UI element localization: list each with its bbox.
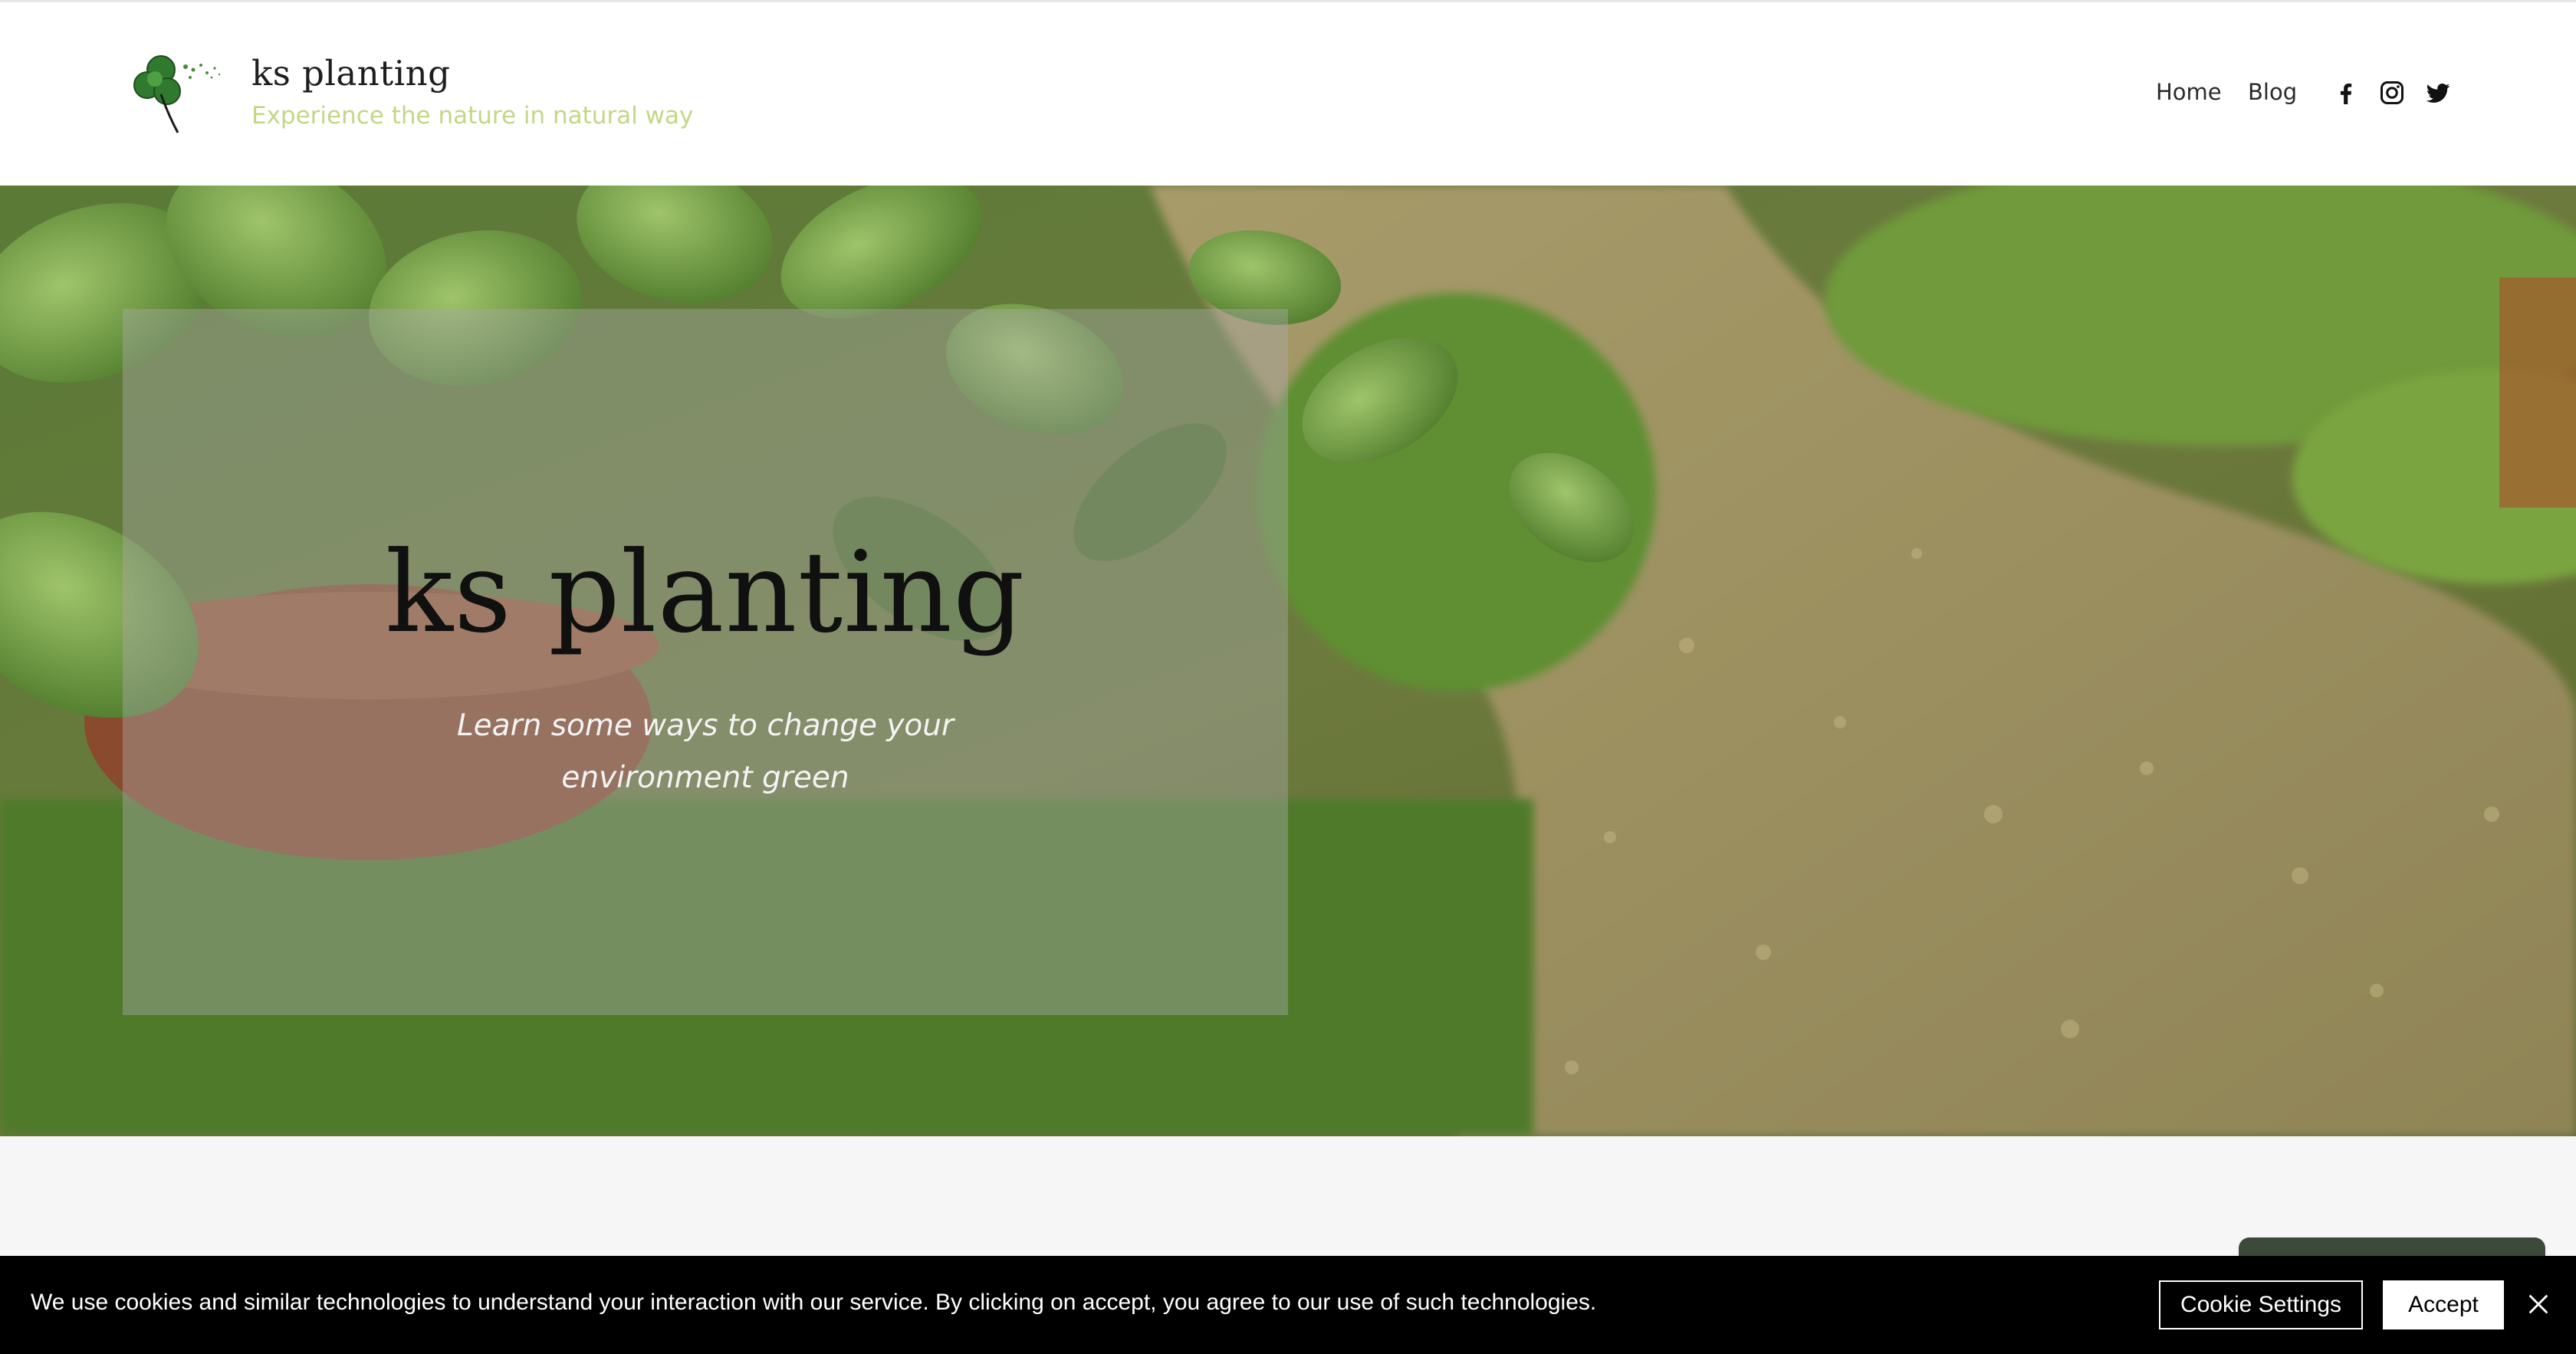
hero-subtitle: Learn some ways to change your environme… xyxy=(456,708,955,795)
instagram-icon[interactable] xyxy=(2378,79,2406,107)
nav-item-blog[interactable]: Blog xyxy=(2248,79,2297,105)
close-icon[interactable] xyxy=(2525,1291,2551,1317)
twitter-icon[interactable] xyxy=(2424,79,2452,107)
site-header: ks planting Experience the nature in nat… xyxy=(0,0,2576,186)
nav-item-home[interactable]: Home xyxy=(2156,79,2222,105)
cookie-settings-button[interactable]: Cookie Settings xyxy=(2159,1280,2363,1329)
hero-overlay-box: ks planting Learn some ways to change yo… xyxy=(123,309,1288,1015)
cookie-banner: We use cookies and similar technologies … xyxy=(0,1256,2576,1354)
hero-title: ks planting xyxy=(385,527,1026,658)
cookie-message: We use cookies and similar technologies … xyxy=(31,1290,1597,1315)
clover-logo-icon[interactable] xyxy=(132,47,225,139)
site-name[interactable]: ks planting xyxy=(251,53,450,94)
site-tagline: Experience the nature in natural way xyxy=(251,102,694,130)
cookie-accept-button[interactable]: Accept xyxy=(2383,1280,2504,1329)
hero-section: ks planting Learn some ways to change yo… xyxy=(0,186,2576,1136)
facebook-icon[interactable] xyxy=(2332,79,2360,107)
